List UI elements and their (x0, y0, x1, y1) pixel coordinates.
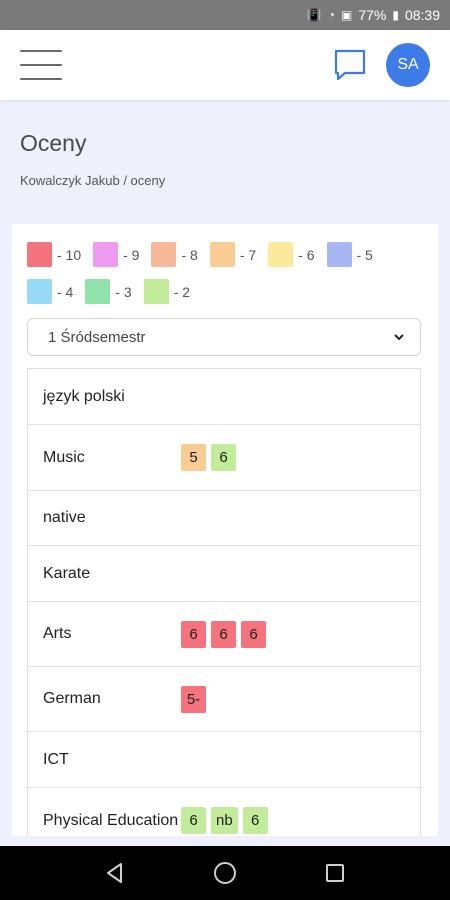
chevron-down-icon (394, 334, 404, 341)
subject-row[interactable]: Music 5 6 (28, 425, 420, 491)
sim-icon: ▣ (340, 8, 353, 22)
page-title: Oceny (20, 130, 87, 156)
legend-item: - 7 (209, 242, 257, 267)
subject-name: native (43, 509, 86, 526)
legend-label: - 9 (123, 246, 140, 263)
legend-item: - 3 (85, 279, 132, 304)
legend-item: - 2 (143, 279, 191, 304)
legend-label: - 10 (57, 246, 82, 263)
grade-legend: - 10 - 9 - 8 - 7 - 6 - 5 - 4 - 3 - 2 (27, 242, 423, 304)
grade-list: 6 nb 6 (181, 807, 268, 834)
page-header: Oceny Kowalczyk Jakub / oceny (0, 100, 450, 188)
breadcrumb: Kowalczyk Jakub / oceny (20, 173, 166, 188)
grade-badge[interactable]: 6 (211, 444, 236, 471)
grade-badge[interactable]: 6 (181, 807, 206, 834)
subjects-table: język polski Music 5 6 native Karate Arts 6 6 6 Ge… (27, 368, 421, 836)
subject-name: język polski (43, 387, 125, 405)
battery-percent: 77% (358, 7, 387, 23)
subject-name: ICT (43, 750, 69, 768)
grade-badge[interactable]: 5 (181, 444, 206, 471)
term-select-value: 1 Śródsemestr (48, 328, 146, 346)
legend-swatch (268, 242, 294, 267)
legend-label: - 6 (298, 246, 315, 263)
grade-badge[interactable]: 6 (211, 620, 236, 648)
grade-list: 666 (181, 620, 266, 648)
battery-icon: ▮ (392, 8, 399, 22)
recents-icon[interactable] (320, 858, 350, 888)
legend-item: - 6 (268, 242, 315, 267)
vibrate-icon: 📳 (306, 8, 322, 22)
grade-badge[interactable]: nb (211, 807, 238, 834)
legend-label: - 8 (181, 246, 198, 263)
grade-badge[interactable]: 5- (181, 685, 206, 713)
subject-row[interactable]: Physical Education 6 nb 6 (28, 788, 420, 836)
grade-badge[interactable]: 6 (242, 807, 268, 834)
message-icon[interactable] (332, 47, 368, 83)
legend-item: - 9 (93, 242, 139, 267)
legend-label: - 3 (115, 283, 132, 300)
legend-label: - 7 (239, 246, 257, 263)
legend-item: - 8 (151, 242, 198, 267)
subject-name: Karate (43, 564, 91, 582)
legend-item: - 4 (27, 279, 73, 304)
subject-row[interactable]: native (28, 491, 420, 546)
legend-swatch (209, 242, 235, 267)
legend-label: - 2 (173, 283, 191, 300)
android-nav-bar (0, 846, 450, 900)
legend-label: - 4 (57, 283, 74, 300)
grade-badge[interactable]: 6 (181, 620, 206, 648)
subject-row[interactable]: Karate (28, 546, 420, 602)
subject-row[interactable]: Arts 6 6 6 (28, 602, 420, 667)
subject-row[interactable]: German 5- (28, 667, 420, 732)
clock: 08:39 (404, 7, 440, 23)
subject-name: Music (43, 448, 85, 466)
menu-icon[interactable] (20, 50, 62, 80)
legend-swatch (27, 279, 52, 304)
legend-item: - 10 (27, 242, 81, 267)
grade-list: 5- (181, 685, 206, 713)
app-header: SA (0, 30, 450, 100)
status-bar: 📳 ◔ ▣ 77% ▮ 08:39 (0, 0, 450, 30)
wifi-icon: ◔ (327, 8, 335, 22)
legend-swatch (143, 279, 169, 304)
subject-name: German (43, 690, 101, 707)
home-icon[interactable] (210, 858, 240, 888)
avatar[interactable]: SA (386, 43, 430, 87)
legend-swatch (27, 242, 52, 267)
legend-swatch (151, 242, 177, 267)
legend-swatch (93, 242, 119, 267)
term-select[interactable]: 1 Śródsemestr (27, 318, 421, 356)
legend-label: - 5 (356, 246, 373, 263)
subject-row[interactable]: język polski (28, 369, 420, 425)
legend-swatch (326, 242, 352, 267)
subject-row[interactable]: ICT (28, 732, 420, 788)
grades-card: - 10 - 9 - 8 - 7 - 6 - 5 - 4 - 3 - 2 1 Śródsemes… (12, 224, 438, 836)
grade-list: 56 (181, 444, 236, 471)
legend-swatch (85, 279, 111, 304)
subject-name: Arts (43, 625, 72, 642)
legend-item: - 5 (326, 242, 373, 267)
grade-badge[interactable]: 6 (241, 620, 266, 648)
subject-name: Physical Education (43, 811, 179, 829)
back-icon[interactable] (100, 858, 130, 888)
